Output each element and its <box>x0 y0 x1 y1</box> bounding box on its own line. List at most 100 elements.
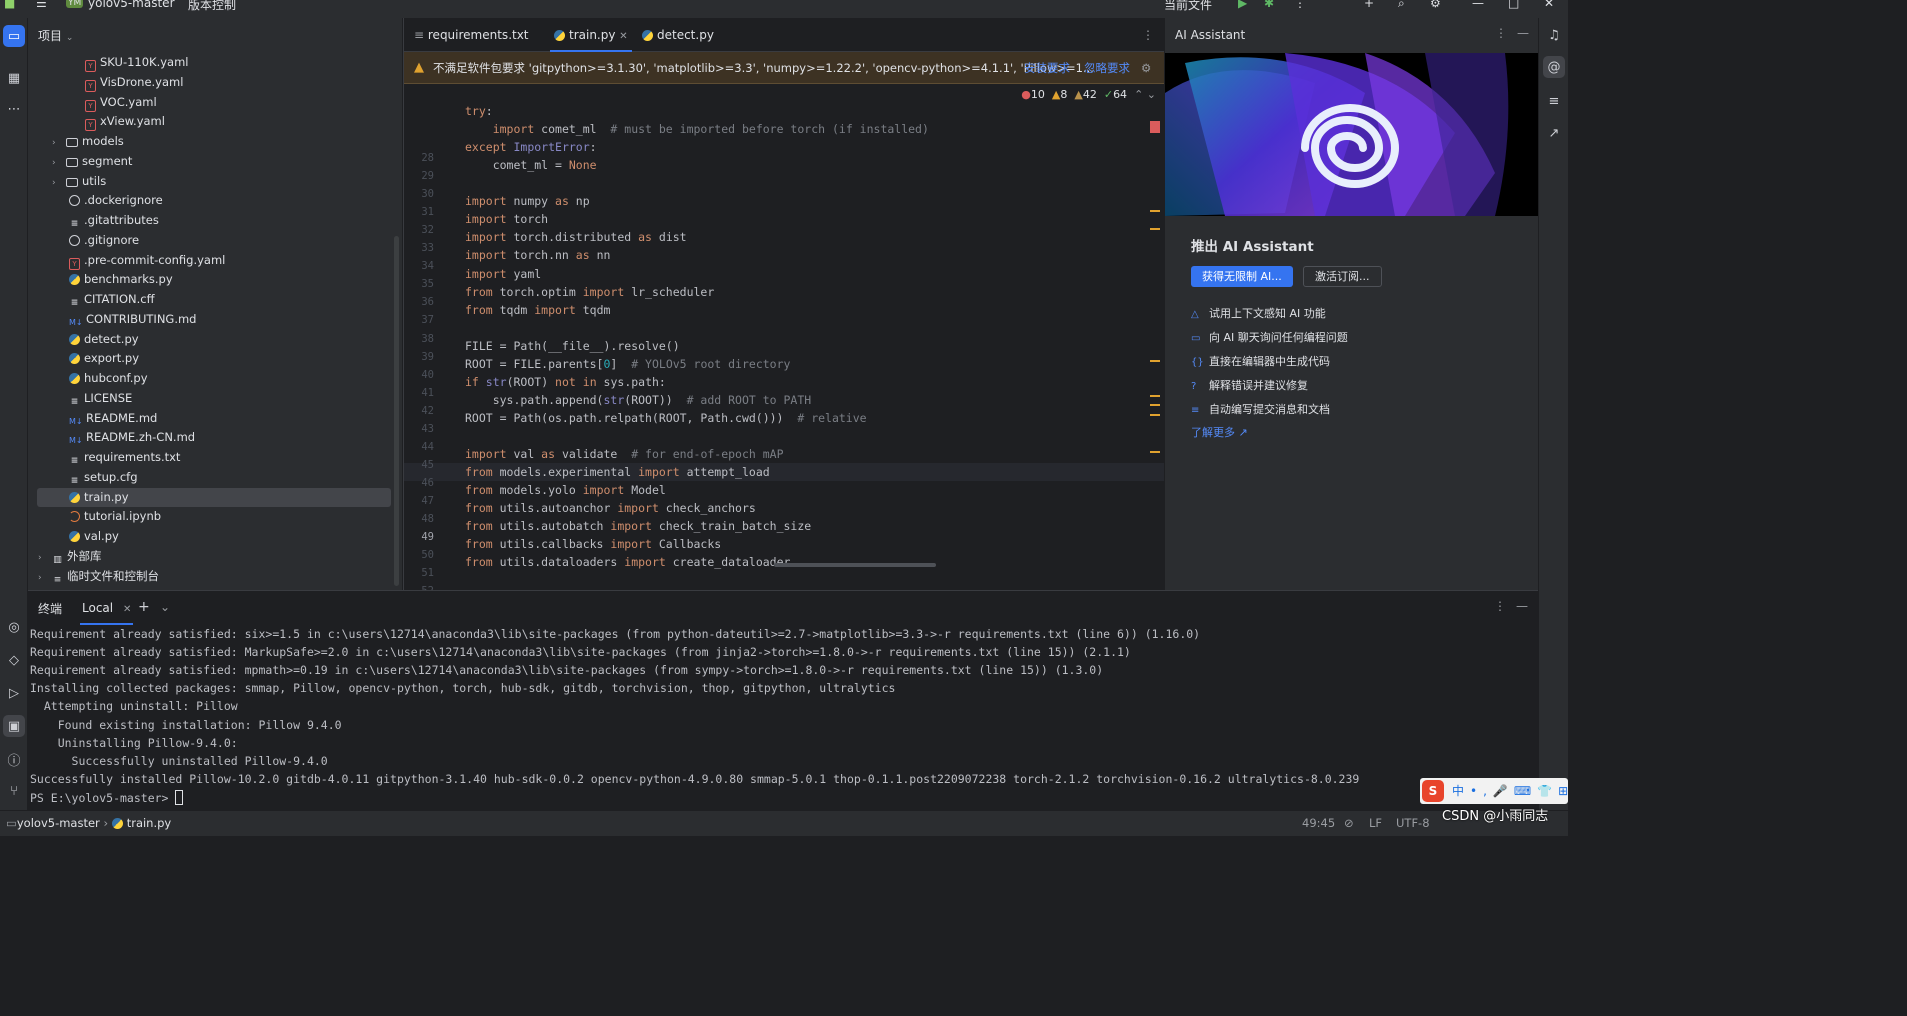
warning-stripe[interactable] <box>1150 404 1160 406</box>
error-stripe[interactable] <box>1150 121 1160 133</box>
settings-gear-icon[interactable]: ⚙ <box>1430 0 1441 10</box>
tree-item[interactable]: val.py <box>28 527 402 546</box>
caret-position[interactable]: 49:45 <box>1302 811 1335 835</box>
run-icon[interactable]: ▶ <box>1238 0 1247 10</box>
warning-stripe[interactable] <box>1150 360 1160 362</box>
close-tab-icon[interactable]: ✕ <box>619 31 627 42</box>
tree-item[interactable]: Y SKU-110K.yaml <box>28 53 402 72</box>
tree-item[interactable]: YxView.yaml <box>28 112 402 132</box>
tree-item[interactable]: train.py <box>37 487 391 507</box>
ignore-requirements-link[interactable]: 忽略要求 <box>1084 52 1130 83</box>
project-folder-icon[interactable]: ▭ <box>3 25 25 47</box>
tree-item[interactable]: › ≡ 临时文件和控制台 <box>28 567 402 586</box>
file-encoding[interactable]: UTF-8 <box>1396 811 1430 835</box>
more-actions-icon[interactable]: ⋮ <box>1294 0 1306 10</box>
tree-item[interactable]: ≡ .gitattributes <box>28 211 402 230</box>
terminal-icon[interactable]: ▣ <box>3 715 25 737</box>
chevron-right-icon[interactable]: › <box>52 174 66 193</box>
sogou-s-icon[interactable]: S <box>1422 780 1444 802</box>
chevron-down-icon[interactable]: ⌄ <box>1147 88 1156 101</box>
chevron-right-icon[interactable]: › <box>38 569 52 588</box>
tab-local[interactable]: Local ✕ <box>80 591 134 625</box>
tab-detect[interactable]: detect.py <box>642 18 714 52</box>
minimize-icon[interactable]: — <box>1472 0 1484 10</box>
tree-item[interactable]: ≡ setup.cfg <box>28 468 402 487</box>
tab-requirements[interactable]: ≡ requirements.txt <box>414 18 529 52</box>
tree-item[interactable]: benchmarks.py <box>28 270 402 289</box>
python-console-icon[interactable]: ◎ <box>3 616 25 638</box>
database-icon[interactable]: ≡ <box>1543 90 1565 112</box>
inspection-widget[interactable]: ●10 ▲8 ▲42 ✓64 ⌃ ⌄ <box>1021 88 1156 101</box>
activate-subscription-button[interactable]: 激活订阅... <box>1303 266 1382 287</box>
terminal-hide-icon[interactable]: — <box>1516 599 1528 613</box>
tab-train[interactable]: train.py ✕ <box>550 18 632 52</box>
tree-item[interactable]: › utils <box>28 172 402 191</box>
tree-item-label: hubconf.py <box>84 371 148 385</box>
project-switcher[interactable]: yolov5-master <box>88 0 175 10</box>
ai-assistant-spiral-icon[interactable]: @ <box>1543 56 1565 78</box>
add-user-icon[interactable]: + <box>1364 0 1374 10</box>
problems-icon[interactable]: ⓘ <box>3 748 25 770</box>
tree-item[interactable]: export.py <box>28 349 402 368</box>
main-menu-icon[interactable]: ☰ <box>36 0 47 10</box>
sciview-chart-icon[interactable]: ↗ <box>1543 122 1565 144</box>
warning-stripe[interactable] <box>1150 228 1160 230</box>
tree-item[interactable]: Y VOC.yaml <box>28 93 402 112</box>
chevron-right-icon[interactable]: › <box>52 134 66 153</box>
tree-item[interactable]: Y .pre-commit-config.yaml <box>28 251 402 270</box>
warning-stripe[interactable] <box>1150 414 1160 416</box>
warning-stripe[interactable] <box>1150 210 1160 212</box>
tree-item[interactable]: detect.py <box>28 330 402 349</box>
tree-item[interactable]: ≡ CITATION.cff <box>28 290 402 309</box>
get-unlimited-ai-button[interactable]: 获得无限制 AI... <box>1191 266 1293 287</box>
install-requirements-link[interactable]: 安装要求 <box>1024 52 1070 83</box>
tabs-more-icon[interactable]: ⋮ <box>1142 18 1154 52</box>
tree-item[interactable]: › segment <box>28 152 402 171</box>
more-tools-icon[interactable]: ⋯ <box>3 98 25 120</box>
new-terminal-plus-icon[interactable]: + <box>138 599 150 615</box>
notifications-bell-icon[interactable]: ♫ <box>1543 24 1565 46</box>
ai-panel-hide-icon[interactable]: — <box>1517 26 1529 40</box>
debug-icon[interactable]: ✱ <box>1264 0 1274 10</box>
line-separator[interactable]: LF <box>1369 811 1382 835</box>
tree-item[interactable]: tutorial.ipynb <box>28 507 402 526</box>
project-scrollbar[interactable] <box>394 236 399 586</box>
chevron-down-icon[interactable]: ⌄ <box>160 600 170 614</box>
packages-layers-icon[interactable]: ◇ <box>3 649 25 671</box>
structure-icon[interactable]: ▦ <box>3 67 25 89</box>
horizontal-scrollbar[interactable] <box>774 563 936 567</box>
tree-item[interactable]: › ▥ 外部库 <box>28 547 402 566</box>
tree-item[interactable]: › models <box>28 132 402 151</box>
warning-stripe[interactable] <box>1150 451 1160 453</box>
chevron-up-icon[interactable]: ⌃ <box>1134 88 1143 101</box>
close-tab-icon[interactable]: ✕ <box>123 604 131 615</box>
tree-item[interactable]: ≡ requirements.txt <box>28 448 402 467</box>
tree-item[interactable]: M↓ README.md <box>28 409 402 428</box>
tree-item[interactable]: M↓ CONTRIBUTING.md <box>28 310 402 329</box>
tree-item[interactable]: .gitignore <box>28 231 402 250</box>
readonly-toggle-icon[interactable]: ⊘ <box>1344 811 1354 835</box>
settings-gear-icon[interactable]: ⚙ <box>1141 52 1151 83</box>
learn-more-link[interactable]: 了解更多 ↗ <box>1191 424 1248 440</box>
tree-item[interactable]: hubconf.py <box>28 369 402 388</box>
breadcrumb[interactable]: ▭yolov5-master › train.py <box>6 811 171 835</box>
chevron-right-icon[interactable]: › <box>52 154 66 173</box>
close-window-icon[interactable]: ✕ <box>1544 0 1554 10</box>
run-config-selector[interactable]: 当前文件 <box>1164 0 1212 13</box>
terminal-options-icon[interactable]: ⋮ <box>1494 599 1506 613</box>
search-icon[interactable]: ⌕ <box>1398 0 1405 11</box>
tree-item[interactable]: .dockerignore <box>28 191 402 210</box>
ime-tool-icons[interactable]: 中•,🎤⌨👕⊞ <box>1452 782 1574 799</box>
project-panel-title[interactable]: 项目 ⌄ <box>38 27 73 44</box>
tree-item[interactable]: M↓ README.zh-CN.md <box>28 428 402 447</box>
git-icon[interactable]: ⑂ <box>3 780 25 802</box>
warning-stripe[interactable] <box>1150 395 1160 397</box>
tree-item[interactable]: ≡ LICENSE <box>28 389 402 408</box>
tree-item[interactable]: Y VisDrone.yaml <box>28 73 402 92</box>
services-icon[interactable]: ▷ <box>3 682 25 704</box>
ime-toolbar[interactable]: S 中•,🎤⌨👕⊞ <box>1420 778 1568 804</box>
maximize-icon[interactable]: □ <box>1508 0 1519 10</box>
chevron-right-icon[interactable]: › <box>38 549 52 568</box>
vcs-menu[interactable]: 版本控制 <box>188 0 236 13</box>
ai-panel-options-icon[interactable]: ⋮ <box>1495 26 1507 40</box>
